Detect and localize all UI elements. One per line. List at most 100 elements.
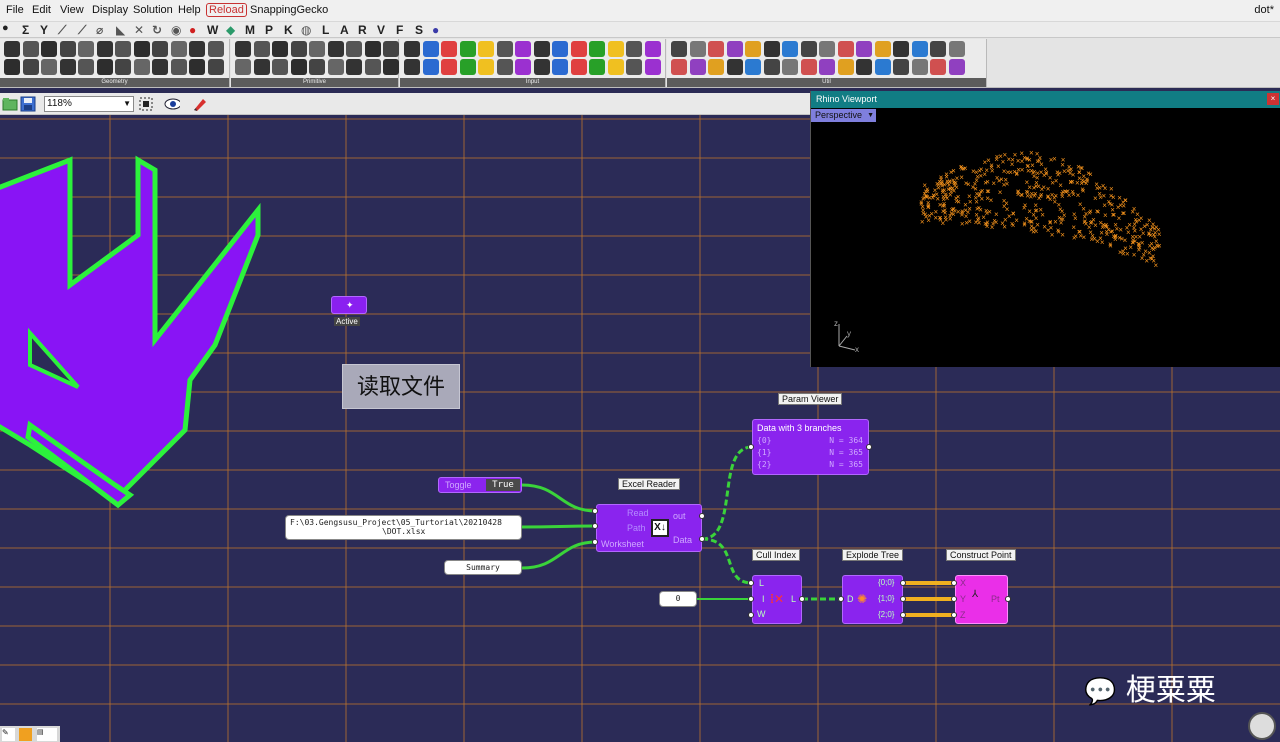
component-icon[interactable] — [41, 59, 57, 75]
component-icon[interactable] — [644, 59, 661, 75]
component-icon[interactable] — [78, 41, 94, 57]
component-icon[interactable] — [745, 59, 761, 75]
component-icon[interactable] — [893, 59, 909, 75]
component-icon[interactable] — [189, 41, 205, 57]
component-icon[interactable] — [170, 41, 187, 57]
component-icon[interactable] — [4, 41, 20, 57]
tab-f[interactable]: F — [396, 23, 403, 37]
port-grip[interactable] — [799, 596, 805, 602]
viewport-titlebar[interactable]: Rhino Viewport × — [811, 91, 1280, 108]
component-icon[interactable] — [689, 41, 706, 57]
zoom-select[interactable]: 118% ▼ — [44, 96, 134, 112]
menu-file[interactable]: File — [6, 4, 24, 16]
excel-reader-component[interactable]: Read Path Worksheet X↓ out Data — [596, 504, 702, 552]
input-list[interactable]: L — [759, 578, 764, 588]
construct-point-component[interactable]: X Y Z ⅄ Pt — [955, 575, 1008, 624]
menu-reload[interactable]: Reload — [206, 3, 247, 17]
component-icon[interactable] — [478, 59, 494, 75]
component-icon[interactable] — [364, 59, 381, 75]
component-icon[interactable] — [782, 41, 798, 57]
component-icon[interactable] — [800, 59, 817, 75]
component-icon[interactable] — [626, 41, 642, 57]
menu-display[interactable]: Display — [92, 4, 128, 16]
input-worksheet[interactable]: Worksheet — [601, 539, 644, 549]
file-path-panel[interactable]: F:\03.Gengsusu_Project\05_Turtorial\2021… — [285, 515, 522, 540]
params-tab-icon[interactable]: ● — [2, 22, 9, 34]
component-icon[interactable] — [441, 41, 457, 57]
input-wrap[interactable]: W — [757, 609, 766, 619]
component-icon[interactable] — [327, 59, 344, 75]
port-grip[interactable] — [748, 580, 754, 586]
component-icon[interactable] — [22, 41, 39, 57]
component-icon[interactable] — [59, 59, 76, 75]
component-icon[interactable] — [930, 59, 946, 75]
tab-surface-icon[interactable]: ⌀ — [96, 23, 103, 37]
preview-eye-icon[interactable]: ▾ — [164, 96, 180, 112]
component-icon[interactable] — [404, 59, 420, 75]
component-icon[interactable] — [552, 59, 568, 75]
index-panel[interactable]: 0 — [659, 591, 697, 607]
port-grip[interactable] — [592, 539, 598, 545]
tab-mesh-icon[interactable]: ◣ — [116, 23, 125, 37]
component-icon[interactable] — [235, 59, 251, 75]
component-icon[interactable] — [948, 41, 965, 57]
component-icon[interactable] — [496, 59, 513, 75]
component-icon[interactable] — [607, 41, 624, 57]
port-grip[interactable] — [592, 523, 598, 529]
component-icon[interactable] — [364, 41, 381, 57]
port-grip[interactable] — [900, 612, 906, 618]
component-icon[interactable] — [726, 59, 743, 75]
port-grip[interactable] — [951, 596, 957, 602]
tab-p[interactable]: P — [265, 23, 273, 37]
port-grip[interactable] — [838, 596, 844, 602]
component-icon[interactable] — [589, 41, 605, 57]
sketch-icon[interactable]: ✎ — [2, 728, 15, 741]
port-grip[interactable] — [592, 508, 598, 514]
component-icon[interactable] — [115, 59, 131, 75]
tab-globe-icon[interactable]: ● — [432, 23, 439, 37]
component-icon[interactable] — [115, 41, 131, 57]
component-icon[interactable] — [671, 41, 687, 57]
input-index[interactable]: I — [762, 594, 765, 604]
solver-icon[interactable] — [19, 728, 32, 741]
component-icon[interactable] — [856, 41, 872, 57]
viewport-view-tab[interactable]: Perspective ▼ — [811, 109, 877, 122]
component-icon[interactable] — [671, 59, 687, 75]
component-icon[interactable] — [346, 41, 362, 57]
component-icon[interactable] — [782, 59, 798, 75]
component-icon[interactable] — [533, 41, 550, 57]
component-icon[interactable] — [837, 59, 854, 75]
tab-w[interactable]: W — [207, 23, 218, 37]
tab-ladybug-icon[interactable]: ● — [189, 23, 196, 37]
tab-vector-icon[interactable]: ⟋ — [58, 23, 66, 38]
output-branch-1[interactable]: {1;0} — [878, 594, 894, 603]
param-viewer-component[interactable]: Data with 3 branches {0} N = 364 {1} N = 3… — [752, 419, 869, 475]
component-icon[interactable] — [533, 59, 550, 75]
explode-tree-component[interactable]: D ✺ {0;0} {1;0} {2;0} — [842, 575, 903, 624]
menu-snappinggecko[interactable]: SnappingGecko — [250, 4, 328, 16]
port-grip[interactable] — [748, 612, 754, 618]
tab-v[interactable]: V — [377, 23, 385, 37]
component-icon[interactable] — [96, 59, 113, 75]
tab-r[interactable]: R — [358, 23, 367, 37]
output-branch-0[interactable]: {0;0} — [878, 578, 894, 587]
component-icon[interactable] — [422, 59, 439, 75]
component-icon[interactable] — [800, 41, 817, 57]
input-y[interactable]: Y — [960, 594, 966, 604]
component-icon[interactable] — [459, 41, 476, 57]
group-label-read-file[interactable]: 读取文件 — [342, 364, 460, 409]
active-cluster-component[interactable]: ✦ — [331, 296, 367, 314]
component-icon[interactable] — [22, 59, 39, 75]
component-icon[interactable] — [133, 41, 150, 57]
port-grip[interactable] — [699, 536, 705, 542]
component-icon[interactable] — [441, 59, 457, 75]
component-icon[interactable] — [133, 59, 150, 75]
output-branch-2[interactable]: {2;0} — [878, 610, 894, 619]
tab-display-icon[interactable]: ◉ — [171, 23, 181, 37]
component-icon[interactable] — [708, 41, 724, 57]
component-icon[interactable] — [689, 59, 706, 75]
port-grip[interactable] — [748, 596, 754, 602]
open-file-icon[interactable] — [2, 96, 18, 112]
menu-solution[interactable]: Solution — [133, 4, 173, 16]
tab-kangaroo-icon[interactable]: ◆ — [226, 23, 235, 37]
